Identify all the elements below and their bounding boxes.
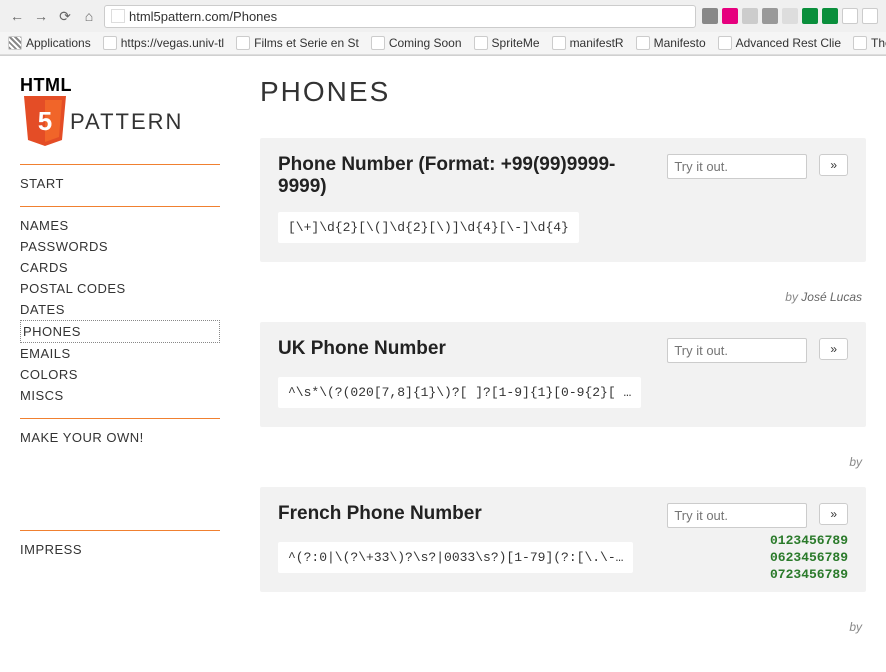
- bookmark-item[interactable]: The HTML5 Docum: [853, 36, 886, 50]
- nav-section-impress: IMPRESS: [20, 530, 220, 568]
- nav-colors[interactable]: COLORS: [20, 364, 220, 385]
- try-input[interactable]: [667, 154, 807, 179]
- bookmark-label: The HTML5 Docum: [871, 36, 886, 50]
- bookmark-item[interactable]: Films et Serie en St: [236, 36, 359, 50]
- page-icon: [111, 9, 125, 23]
- nav-miscs[interactable]: MISCS: [20, 385, 220, 406]
- extension-icons: [702, 8, 878, 24]
- nav-make-your-own[interactable]: MAKE YOUR OWN!: [20, 427, 220, 448]
- page-title: PHONES: [260, 76, 866, 108]
- pattern-author-line: by: [260, 620, 866, 634]
- bookmark-item[interactable]: Manifesto: [636, 36, 706, 50]
- bookmark-item[interactable]: SpriteMe: [474, 36, 540, 50]
- html5-logo-icon: 5: [20, 94, 70, 150]
- ext-icon[interactable]: [762, 8, 778, 24]
- star-icon[interactable]: [782, 8, 798, 24]
- bookmark-icon: [371, 36, 385, 50]
- nav-emails[interactable]: EMAILS: [20, 343, 220, 364]
- nav-section-make: MAKE YOUR OWN!: [20, 418, 220, 456]
- ext-icon[interactable]: [842, 8, 858, 24]
- nav-passwords[interactable]: PASSWORDS: [20, 236, 220, 257]
- pattern-card: French Phone Number » ^(?:0|\(?\+33\)?\s?|…: [260, 487, 866, 592]
- bookmark-icon: [853, 36, 867, 50]
- nav-names[interactable]: NAMES: [20, 215, 220, 236]
- ext-icon[interactable]: [742, 8, 758, 24]
- browser-chrome: ← → ⟳ ⌂ html5pattern.com/Phones Applicat…: [0, 0, 886, 56]
- back-button[interactable]: ←: [8, 7, 26, 25]
- bookmark-icon: [103, 36, 117, 50]
- nav-dates[interactable]: DATES: [20, 299, 220, 320]
- bookmark-label: Manifesto: [654, 36, 706, 50]
- patterns-list: Phone Number (Format: +99(99)9999-9999) »…: [260, 138, 866, 634]
- logo-side-text: PATTERN: [70, 109, 183, 135]
- bookmark-icon: [8, 36, 22, 50]
- hangouts-icon[interactable]: [822, 8, 838, 24]
- ext-icon[interactable]: [722, 8, 738, 24]
- bookmark-label: Films et Serie en St: [254, 36, 359, 50]
- pattern-author-line: by José Lucas: [260, 290, 866, 304]
- logo-area: HTML 5 PATTERN: [20, 76, 220, 150]
- bookmark-item[interactable]: Advanced Rest Clie: [718, 36, 841, 50]
- bookmark-item[interactable]: manifestR: [552, 36, 624, 50]
- nav-cards[interactable]: CARDS: [20, 257, 220, 278]
- pattern-regex: ^\s*\(?(020[7,8]{1}\)?[ ]?[1-9]{1}[0-9{2…: [278, 377, 641, 408]
- url-text: html5pattern.com/Phones: [129, 9, 277, 24]
- pattern-examples: 012345678906234567890723456789: [770, 533, 848, 584]
- try-input[interactable]: [667, 503, 807, 528]
- home-button[interactable]: ⌂: [80, 7, 98, 25]
- main-content: PHONES Phone Number (Format: +99(99)9999…: [260, 76, 866, 652]
- url-bar[interactable]: html5pattern.com/Phones: [104, 5, 696, 28]
- bookmark-label: SpriteMe: [492, 36, 540, 50]
- bookmark-item[interactable]: Coming Soon: [371, 36, 462, 50]
- sidebar: HTML 5 PATTERN START NAMESPASSWORDSCARDS…: [20, 76, 220, 652]
- bookmark-item[interactable]: Applications: [8, 36, 91, 50]
- page-body: HTML 5 PATTERN START NAMESPASSWORDSCARDS…: [0, 56, 886, 672]
- browser-toolbar: ← → ⟳ ⌂ html5pattern.com/Phones: [0, 0, 886, 32]
- svg-text:5: 5: [38, 106, 52, 136]
- nav-postal-codes[interactable]: POSTAL CODES: [20, 278, 220, 299]
- bookmark-label: Applications: [26, 36, 91, 50]
- nav-section-start: START: [20, 164, 220, 202]
- pattern-regex: ^(?:0|\(?\+33\)?\s?|0033\s?)[1-79](?:[\.…: [278, 542, 633, 573]
- try-input[interactable]: [667, 338, 807, 363]
- pattern-card: UK Phone Number » ^\s*\(?(020[7,8]{1}\)?[ …: [260, 322, 866, 427]
- bookmark-label: Coming Soon: [389, 36, 462, 50]
- bookmark-icon: [474, 36, 488, 50]
- nav-start[interactable]: START: [20, 173, 220, 194]
- submit-button[interactable]: »: [819, 154, 848, 176]
- bookmark-icon: [718, 36, 732, 50]
- pattern-author-line: by: [260, 455, 866, 469]
- bookmark-icon: [552, 36, 566, 50]
- ext-icon[interactable]: [702, 8, 718, 24]
- submit-button[interactable]: »: [819, 338, 848, 360]
- bookmark-item[interactable]: https://vegas.univ-tl: [103, 36, 224, 50]
- submit-button[interactable]: »: [819, 503, 848, 525]
- nav-phones[interactable]: PHONES: [20, 320, 220, 343]
- pattern-regex: [\+]\d{2}[\(]\d{2}[\)]\d{4}[\-]\d{4}: [278, 212, 579, 243]
- bookmark-label: manifestR: [570, 36, 624, 50]
- nav-section-categories: NAMESPASSWORDSCARDSPOSTAL CODESDATESPHON…: [20, 206, 220, 414]
- bookmark-label: Advanced Rest Clie: [736, 36, 841, 50]
- ext-icon[interactable]: [862, 8, 878, 24]
- pattern-card: Phone Number (Format: +99(99)9999-9999) »…: [260, 138, 866, 262]
- bookmark-icon: [236, 36, 250, 50]
- pattern-title: French Phone Number: [278, 503, 655, 525]
- bookmarks-bar: Applications https://vegas.univ-tl Films e…: [0, 32, 886, 55]
- ext-icon[interactable]: [802, 8, 818, 24]
- reload-button[interactable]: ⟳: [56, 7, 74, 25]
- forward-button[interactable]: →: [32, 7, 50, 25]
- logo-top-text: HTML: [20, 76, 220, 94]
- bookmark-icon: [636, 36, 650, 50]
- nav-impress[interactable]: IMPRESS: [20, 539, 220, 560]
- bookmark-label: https://vegas.univ-tl: [121, 36, 224, 50]
- pattern-title: UK Phone Number: [278, 338, 655, 360]
- pattern-title: Phone Number (Format: +99(99)9999-9999): [278, 154, 655, 198]
